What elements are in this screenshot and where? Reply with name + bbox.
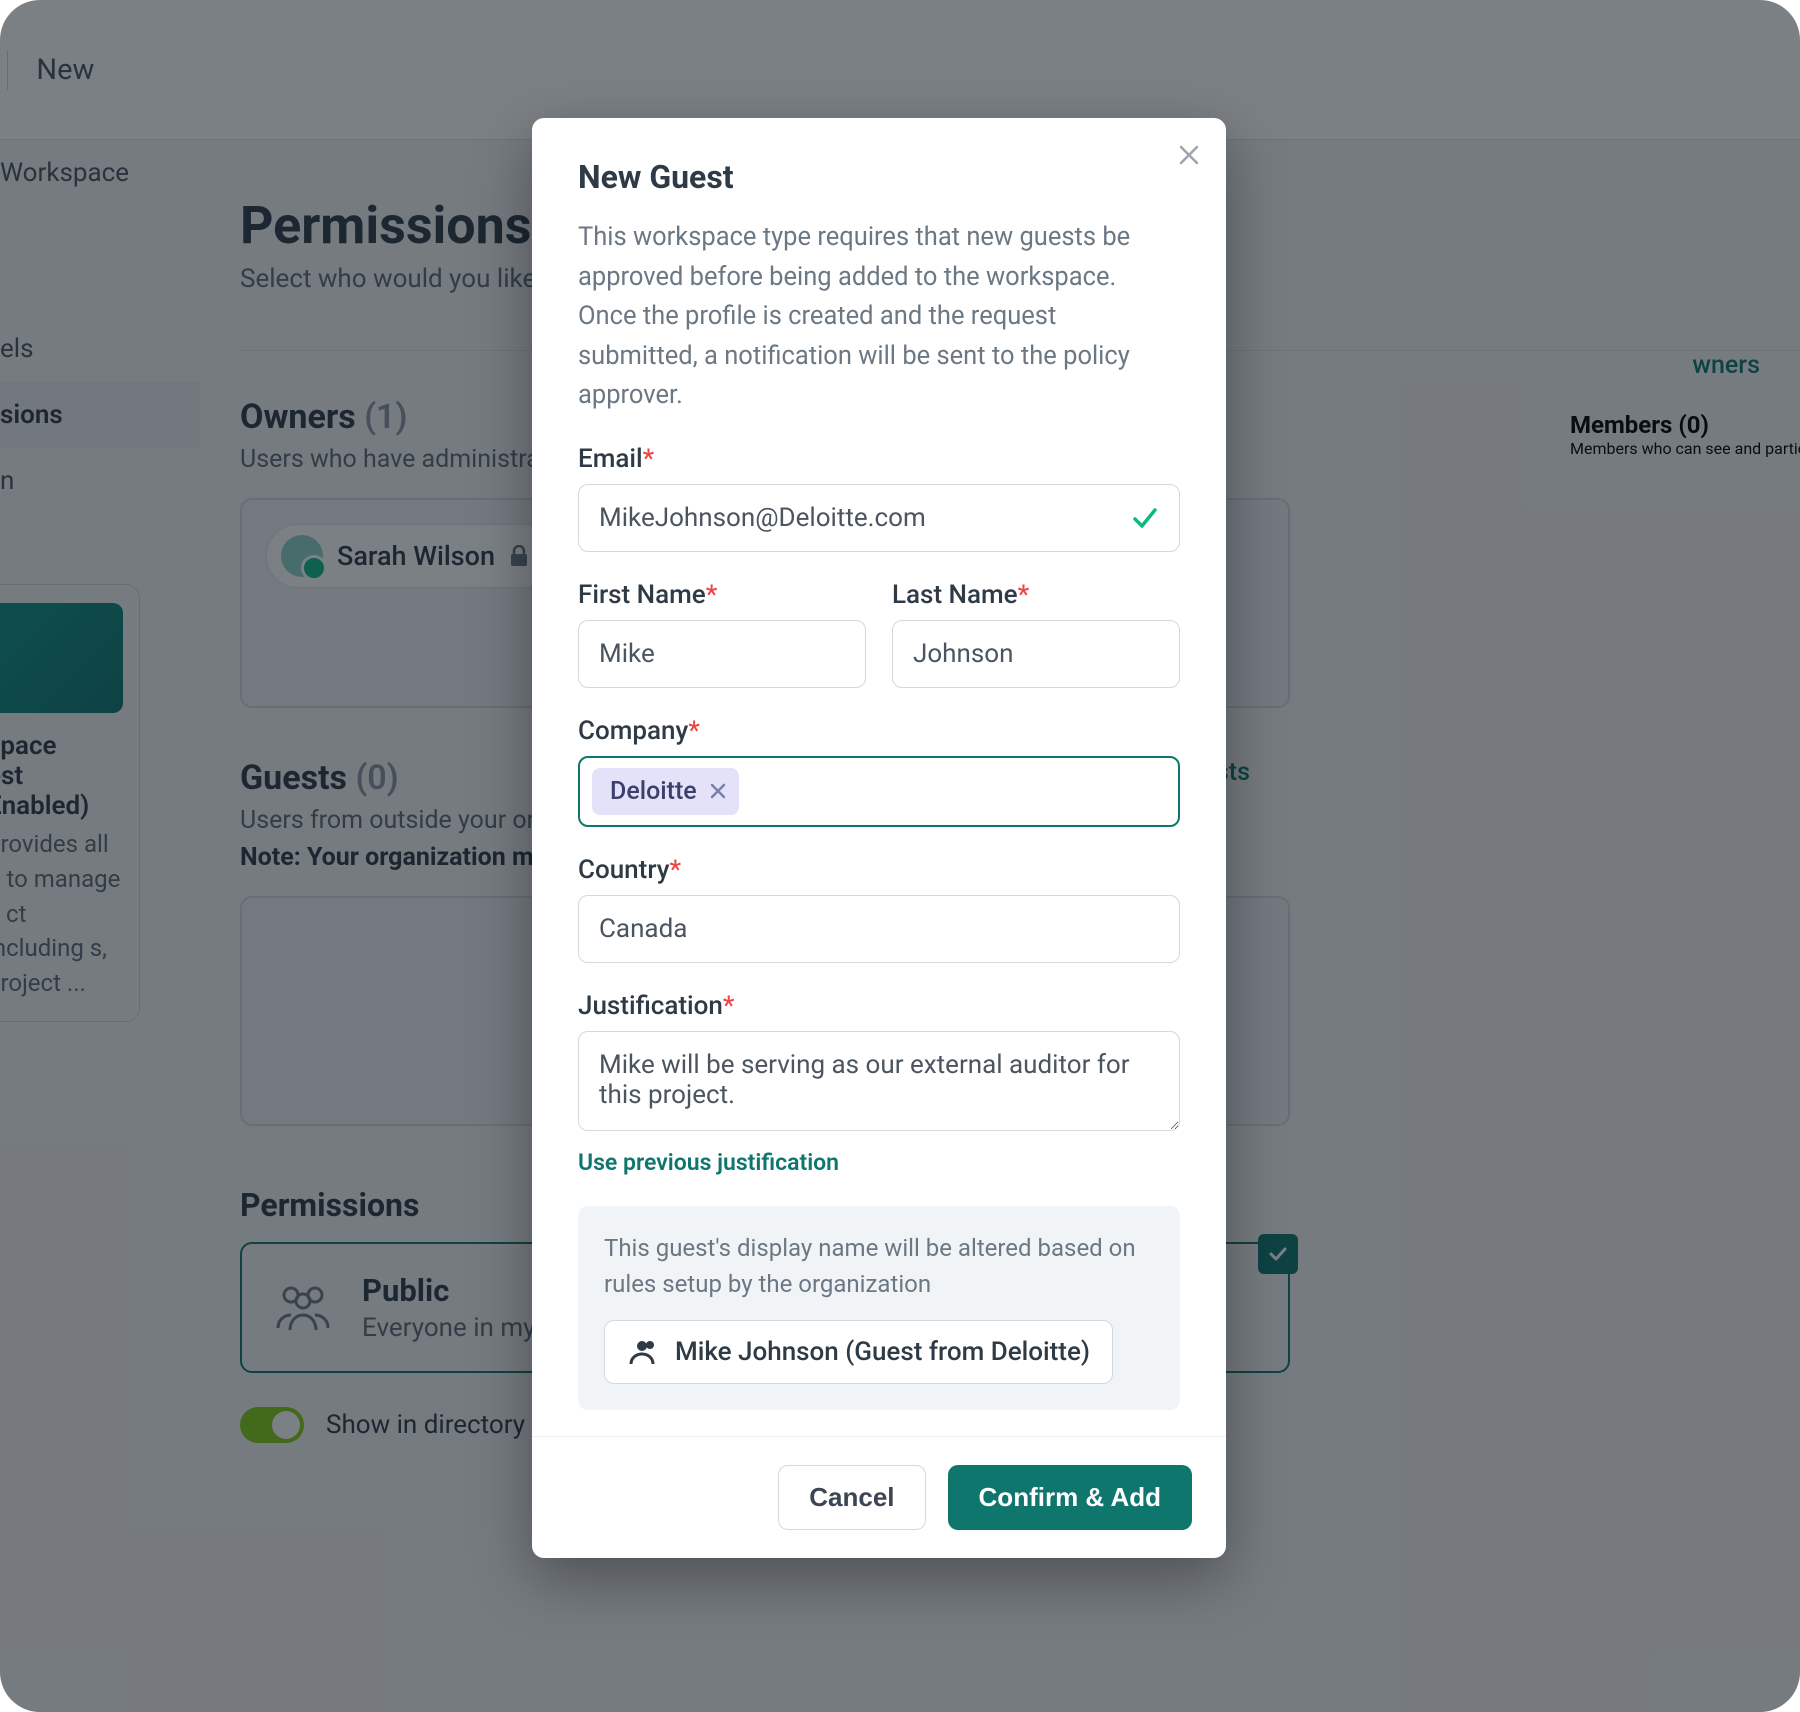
last-name-label: Last Name* bbox=[892, 580, 1180, 610]
check-icon bbox=[1130, 503, 1160, 533]
modal-footer: Cancel Confirm & Add bbox=[532, 1436, 1226, 1558]
first-name-field[interactable] bbox=[578, 620, 866, 688]
use-previous-link[interactable]: Use previous justification bbox=[578, 1149, 839, 1176]
modal-description: This workspace type requires that new gu… bbox=[578, 218, 1180, 416]
guest-icon bbox=[627, 1337, 657, 1367]
company-label: Company* bbox=[578, 716, 1180, 746]
justification-field[interactable] bbox=[578, 1031, 1180, 1131]
country-label: Country* bbox=[578, 855, 1180, 885]
justification-label: Justification* bbox=[578, 991, 1180, 1021]
cancel-button[interactable]: Cancel bbox=[778, 1465, 925, 1530]
email-field[interactable] bbox=[578, 484, 1180, 552]
guest-display-chip: Mike Johnson (Guest from Deloitte) bbox=[604, 1320, 1113, 1384]
note-text: This guest's display name will be altere… bbox=[604, 1230, 1154, 1302]
confirm-add-button[interactable]: Confirm & Add bbox=[948, 1465, 1192, 1530]
first-name-label: First Name* bbox=[578, 580, 866, 610]
guest-display-name: Mike Johnson (Guest from Deloitte) bbox=[675, 1337, 1090, 1367]
company-tag-label: Deloitte bbox=[610, 777, 697, 806]
last-name-field[interactable] bbox=[892, 620, 1180, 688]
remove-tag-icon[interactable] bbox=[709, 782, 727, 800]
modal-title: New Guest bbox=[578, 158, 1180, 196]
email-label: Email* bbox=[578, 444, 1180, 474]
company-field[interactable]: Deloitte bbox=[578, 756, 1180, 827]
close-icon[interactable] bbox=[1176, 142, 1202, 168]
company-tag: Deloitte bbox=[592, 768, 739, 815]
country-field[interactable] bbox=[578, 895, 1180, 963]
new-guest-modal: New Guest This workspace type requires t… bbox=[532, 118, 1226, 1558]
display-name-note: This guest's display name will be altere… bbox=[578, 1206, 1180, 1410]
